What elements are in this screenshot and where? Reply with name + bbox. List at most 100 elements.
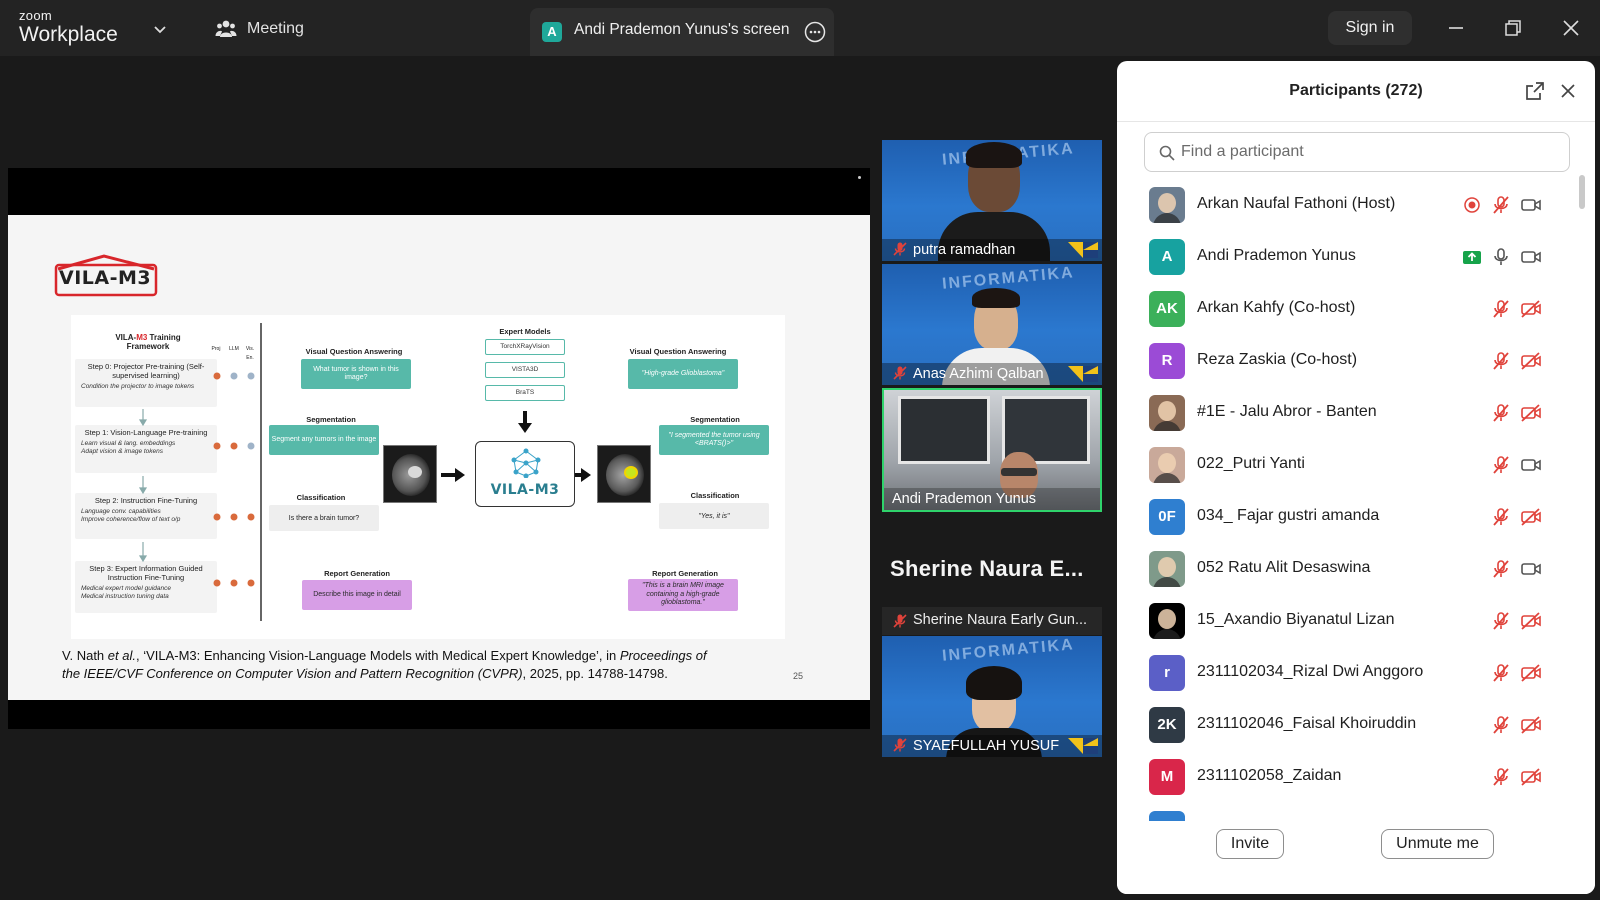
participant-row[interactable]: Arkan Naufal Fathoni (Host)	[1117, 179, 1575, 231]
meeting-people-icon	[215, 20, 237, 37]
participant-row[interactable]: 15_Axandio Biyanatul Lizan	[1117, 595, 1575, 647]
video-off-icon[interactable]	[1520, 298, 1542, 320]
invite-button[interactable]: Invite	[1216, 829, 1284, 859]
tile-name: Andi Prademon Yunus	[892, 491, 1037, 507]
participant-row[interactable]: AK Arkan Kahfy (Co-host)	[1117, 283, 1575, 335]
seg-right-box: "I segmented the tumor using <BRATS()>"	[659, 425, 769, 455]
search-icon	[1159, 145, 1175, 161]
rep-right-box: "This is a brain MRI image containing a …	[628, 579, 738, 611]
video-off-icon[interactable]	[1520, 714, 1542, 736]
video-off-icon[interactable]	[1520, 766, 1542, 788]
video-icon[interactable]	[1520, 558, 1542, 580]
vila-m3-model-label: VILA-M3	[490, 482, 560, 498]
participant-row[interactable]: 0F 034_ Fajar gustri amanda	[1117, 491, 1575, 543]
video-off-icon[interactable]	[1520, 662, 1542, 684]
participant-row[interactable]: 2K 2311102046_Faisal Khoiruddin	[1117, 699, 1575, 751]
cls-left-title: Classification	[296, 493, 346, 502]
muted-mic-icon[interactable]	[1490, 454, 1512, 476]
title-bar: zoom Workplace Meeting A Andi Prademon Y…	[0, 0, 1600, 56]
participant-hair	[972, 288, 1020, 308]
muted-mic-icon[interactable]	[1490, 402, 1512, 424]
minimize-icon[interactable]	[1444, 16, 1468, 40]
video-off-icon[interactable]	[1520, 350, 1542, 372]
active-speaker-name: Sherine Naura E...	[890, 556, 1084, 581]
presentation-slide: VILA-M3 VILA-M3 Training Framework Proj L…	[8, 215, 870, 700]
vila-m3-model-box: VILA-M3	[475, 441, 575, 507]
video-off-icon[interactable]	[1520, 402, 1542, 424]
participant-row[interactable]: A Andi Prademon Yunus	[1117, 231, 1575, 283]
expert-model-brats: BraTS	[485, 385, 565, 401]
muted-mic-icon[interactable]	[1490, 298, 1512, 320]
muted-mic-icon[interactable]	[1490, 194, 1512, 216]
participant-row[interactable]: R Reza Zaskia (Co-host)	[1117, 335, 1575, 387]
participant-hair	[966, 666, 1022, 700]
participants-panel: Participants (272) Arkan Naufal Fathoni …	[1117, 61, 1595, 894]
muted-mic-icon[interactable]	[1490, 558, 1512, 580]
participant-name: 052 Ratu Alit Desaswina	[1197, 559, 1371, 576]
citation-conference: the IEEE/CVF Conference on Computer Visi…	[62, 666, 523, 681]
participant-row-partial	[1149, 811, 1185, 821]
muted-mic-icon[interactable]	[1490, 662, 1512, 684]
vila-m3-figure: VILA-M3 Training Framework Proj LLM Vis. …	[71, 315, 785, 639]
muted-mic-icon[interactable]	[1490, 714, 1512, 736]
close-icon[interactable]	[1559, 16, 1583, 40]
video-off-icon[interactable]	[1520, 506, 1542, 528]
video-icon[interactable]	[1520, 454, 1542, 476]
participant-name: 15_Axandio Biyanatul Lizan	[1197, 611, 1395, 628]
participant-list-scrollbar[interactable]	[1579, 175, 1585, 209]
participant-search[interactable]	[1144, 132, 1570, 172]
restore-icon[interactable]	[1501, 16, 1525, 40]
participant-row[interactable]: #1E - Jalu Abror - Banten	[1117, 387, 1575, 439]
citation-mid: , ‘VILA-M3: Enhancing Vision-Language Mo…	[135, 648, 620, 663]
tile-name: SYAEFULLAH YUSUF	[913, 738, 1060, 754]
participant-name: Reza Zaskia (Co-host)	[1197, 351, 1358, 368]
participant-avatar: r	[1149, 655, 1185, 691]
segmented-mri-image	[597, 445, 651, 503]
rep-left-box: Describe this image in detail	[302, 580, 412, 610]
participant-hair	[966, 142, 1022, 168]
muted-mic-icon[interactable]	[1490, 610, 1512, 632]
participant-name: 022_Putri Yanti	[1197, 455, 1305, 472]
chevron-down-icon[interactable]	[153, 22, 167, 36]
audio-only-tile[interactable]: Sherine Naura Early Gun...	[882, 607, 1102, 635]
banner-pattern-icon	[1068, 242, 1098, 258]
more-options-icon[interactable]	[804, 21, 826, 43]
muted-mic-icon[interactable]	[1490, 506, 1512, 528]
participant-photo	[1149, 551, 1185, 587]
participant-row[interactable]: 022_Putri Yanti	[1117, 439, 1575, 491]
popout-icon[interactable]	[1525, 81, 1545, 101]
share-screen-icon	[1461, 246, 1483, 268]
participant-name: 2311102034_Rizal Dwi Anggoro	[1197, 663, 1424, 680]
participant-row[interactable]: r 2311102034_Rizal Dwi Anggoro	[1117, 647, 1575, 699]
vqa-left-title: Visual Question Answering	[305, 347, 403, 356]
participant-row[interactable]: M 2311102058_Zaidan	[1117, 751, 1575, 803]
muted-mic-icon[interactable]	[1490, 350, 1512, 372]
close-panel-icon[interactable]	[1559, 82, 1577, 100]
meeting-menu[interactable]: Meeting	[215, 17, 304, 41]
video-icon[interactable]	[1520, 246, 1542, 268]
seg-right-title: Segmentation	[690, 415, 740, 424]
mic-icon[interactable]	[1490, 246, 1512, 268]
participant-avatar: A	[1149, 239, 1185, 275]
video-icon[interactable]	[1520, 194, 1542, 216]
video-off-icon[interactable]	[1520, 610, 1542, 632]
neural-network-icon	[511, 448, 541, 478]
cls-right-title: Classification	[690, 491, 740, 500]
shared-screen-view[interactable]: VILA-M3 VILA-M3 Training Framework Proj L…	[8, 168, 870, 729]
video-tile-andi-prademon-yunus-active[interactable]: Andi Prademon Yunus	[882, 388, 1102, 512]
sign-in-button[interactable]: Sign in	[1328, 11, 1412, 45]
video-tile-anas-azhimi-qalban[interactable]: INFORMATIKA Anas Azhimi Qalban	[882, 264, 1102, 385]
participant-name: #1E - Jalu Abror - Banten	[1197, 403, 1377, 420]
video-tile-putra-ramadhan[interactable]: INFORMATIKA putra ramadhan	[882, 140, 1102, 261]
participant-photo	[1149, 395, 1185, 431]
unmute-me-button[interactable]: Unmute me	[1381, 829, 1494, 859]
vqa-right-box: "High-grade Glioblastoma"	[628, 359, 738, 389]
shared-screen-tab[interactable]: A Andi Prademon Yunus's screen	[530, 8, 834, 56]
vila-m3-logo: VILA-M3	[54, 253, 158, 297]
participant-row[interactable]: 052 Ratu Alit Desaswina	[1117, 543, 1575, 595]
search-input[interactable]	[1181, 141, 1561, 163]
participant-avatar: R	[1149, 343, 1185, 379]
muted-mic-icon[interactable]	[1490, 766, 1512, 788]
participant-list[interactable]: Arkan Naufal Fathoni (Host) A Andi Prademo…	[1117, 179, 1575, 879]
video-tile-syaefullah-yusuf[interactable]: INFORMATIKA SYAEFULLAH YUSUF	[882, 636, 1102, 757]
